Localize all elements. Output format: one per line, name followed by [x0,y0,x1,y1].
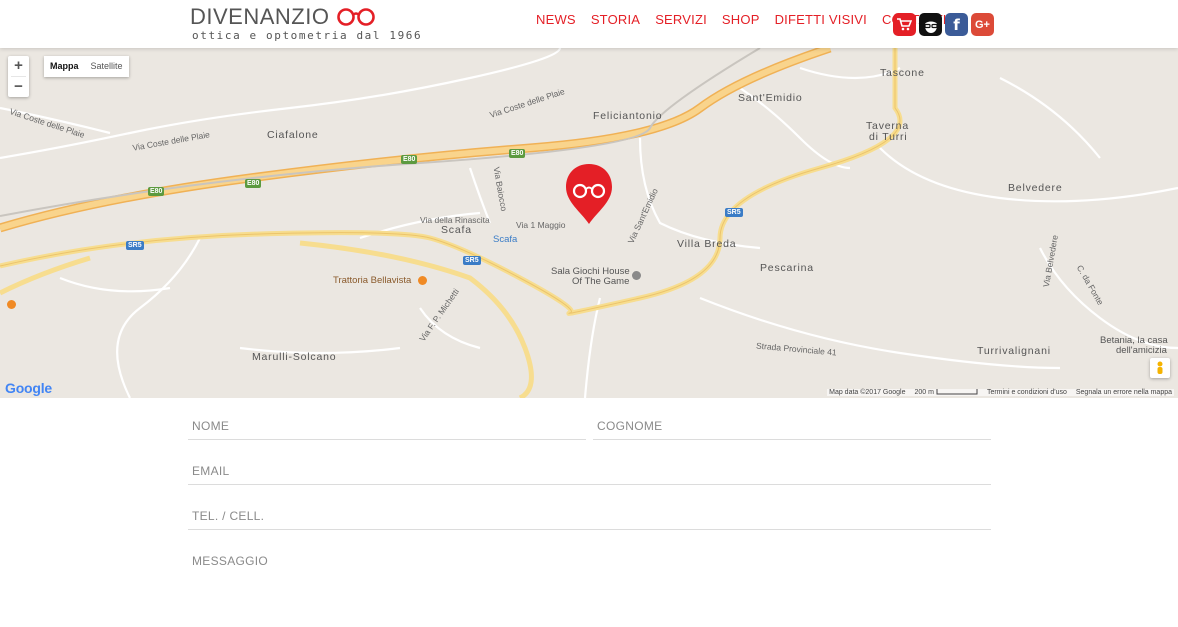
poi-sala-giochi-line2[interactable]: Of The Game [572,276,629,287]
google-plus-icon[interactable]: G+ [971,13,994,36]
place-di-turri: di Turri [869,131,908,143]
shield-e80: E80 [401,155,418,164]
street-rinascita: Via della Rinascita [420,215,490,225]
shield-e80: E80 [509,149,526,158]
map-attribution: Map data ©2017 Google 200 m Termini e co… [827,389,1174,396]
place-scafa: Scafa [441,224,472,236]
messaggio-textarea[interactable] [188,533,991,603]
email-field-wrapper [188,443,991,485]
cart-icon[interactable] [893,13,916,36]
tel-field-wrapper [188,488,991,530]
poi-scafa-station[interactable]: Scafa [493,234,517,245]
cognome-field-wrapper [593,398,991,440]
logo-name: DIVENANZIO [190,4,330,29]
street-view-pegman-icon[interactable] [1150,358,1170,378]
map-type-mappa[interactable]: Mappa [44,56,85,77]
venue-icon [632,271,641,280]
store-location-pin-icon[interactable] [563,162,615,226]
brand-logo[interactable]: DIVENANZIO ottica e optometria dal 1966 [190,4,421,44]
poi-betania-line2[interactable]: dell'amicizia [1116,345,1167,356]
google-logo-text: Google [5,380,53,396]
shield-sr5: SR5 [725,208,743,217]
nav-servizi[interactable]: SERVIZI [655,12,707,27]
messaggio-field-wrapper [188,533,991,623]
logo-tagline: ottica e optometria dal 1966 [192,29,423,42]
facebook-icon[interactable]: f [945,13,968,36]
shield-e80: E80 [245,179,262,188]
nav-shop[interactable]: SHOP [722,12,760,27]
place-feliciantonio: Feliciantonio [593,110,663,122]
map-scale[interactable]: 200 m [915,389,978,396]
email-input[interactable] [188,443,991,478]
shield-sr5: SR5 [126,241,144,250]
map-data-credit: Map data ©2017 Google [829,389,906,396]
tel-input[interactable] [188,488,991,523]
zoom-in-button[interactable]: + [8,56,29,76]
map-type-satellite[interactable]: Satellite [85,56,129,77]
place-pescarina: Pescarina [760,262,814,274]
map-terms-link[interactable]: Termini e condizioni d'uso [987,389,1067,396]
map-report-error-link[interactable]: Segnala un errore nella mappa [1076,389,1172,396]
social-icons: f G+ [893,13,994,36]
restaurant-icon [7,300,16,309]
scale-bar-icon [936,389,978,395]
place-villa-breda: Villa Breda [677,238,737,250]
place-santemidio: Sant'Emidio [738,92,803,104]
place-belvedere: Belvedere [1008,182,1063,194]
nome-input[interactable] [188,398,586,433]
place-tascone: Tascone [880,67,925,79]
map-type-control: Mappa Satellite [44,56,129,77]
shield-e80: E80 [148,187,165,196]
shield-sr5: SR5 [463,256,481,265]
zoom-out-button[interactable]: − [8,77,29,97]
zoom-control: + − [8,56,29,97]
cognome-input[interactable] [593,398,991,433]
google-logo[interactable]: Google [5,380,52,396]
place-ciafalone: Ciafalone [267,129,319,141]
place-turrivalignani: Turrivalignani [977,345,1051,357]
street-1-maggio: Via 1 Maggio [516,220,566,230]
restaurant-icon [418,276,427,285]
place-marulli-solcano: Marulli-Solcano [252,351,337,363]
nome-field-wrapper [188,398,586,440]
poi-trattoria-bellavista[interactable]: Trattoria Bellavista [333,275,411,286]
nav-storia[interactable]: STORIA [591,12,640,27]
nav-news[interactable]: NEWS [536,12,576,27]
glasses-logo-icon [337,8,376,26]
google-map[interactable]: + − Mappa Satellite Tascone Sant'Emidio … [0,48,1178,398]
nav-difetti-visivi[interactable]: DIFETTI VISIVI [775,12,867,27]
face-glasses-icon[interactable] [919,13,942,36]
site-header: DIVENANZIO ottica e optometria dal 1966 … [0,0,1178,48]
